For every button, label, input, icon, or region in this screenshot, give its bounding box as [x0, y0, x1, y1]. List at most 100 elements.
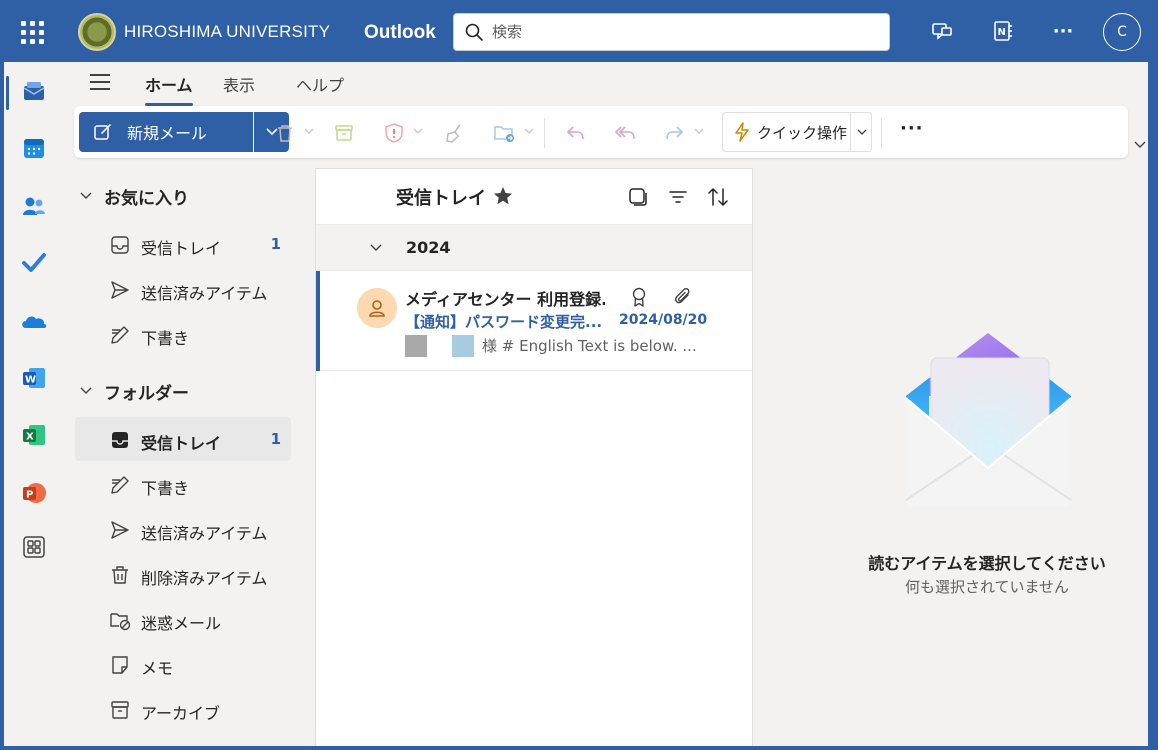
rail-active-indicator: [6, 76, 9, 110]
junk-icon: [110, 613, 131, 631]
folders-header[interactable]: フォルダー: [80, 377, 189, 405]
excel-app-icon[interactable]: X: [18, 419, 50, 451]
message-subject: 【通知】パスワード変更完...: [405, 313, 601, 331]
reply-all-icon[interactable]: [612, 120, 638, 146]
folder-sent-items[interactable]: 送信済みアイテム: [75, 507, 291, 551]
word-app-icon[interactable]: W: [18, 362, 50, 394]
unread-indicator: [316, 271, 320, 371]
chevron-down-icon[interactable]: [524, 126, 534, 136]
powerpoint-app-icon[interactable]: P: [18, 477, 50, 509]
archive-icon[interactable]: [331, 120, 357, 146]
chevron-down-icon: [370, 244, 382, 251]
meet-now-icon[interactable]: [929, 18, 955, 44]
folder-notes[interactable]: メモ: [75, 642, 291, 686]
app-launcher-icon[interactable]: [18, 18, 46, 46]
calendar-app-icon[interactable]: [18, 132, 50, 164]
chevron-down-icon[interactable]: [694, 126, 704, 136]
message-list-title: 受信トレイ: [396, 188, 486, 209]
app-title[interactable]: Outlook: [364, 22, 436, 44]
group-label: 2024: [406, 238, 451, 257]
unread-count: 1: [270, 430, 281, 448]
favorite-sent-items[interactable]: 送信済みアイテム: [75, 267, 291, 311]
sender-avatar: [357, 288, 397, 328]
empty-envelope-illustration: [905, 333, 1072, 507]
folder-drafts[interactable]: 下書き: [75, 462, 291, 506]
favorites-header[interactable]: お気に入り: [80, 182, 189, 210]
toolbar-more-button[interactable]: ···: [900, 118, 924, 139]
people-app-icon[interactable]: [18, 190, 50, 222]
onenote-feed-icon[interactable]: N: [990, 18, 1016, 44]
chevron-down-icon[interactable]: [413, 126, 423, 136]
toolbar-divider: [544, 118, 545, 148]
mail-app-icon[interactable]: [18, 76, 50, 108]
favorite-drafts[interactable]: 下書き: [75, 312, 291, 356]
more-options-icon[interactable]: ···: [1050, 18, 1076, 44]
select-icon[interactable]: [626, 185, 650, 209]
folder-inbox-label: 受信トレイ: [141, 434, 222, 453]
folder-notes-label: メモ: [141, 659, 174, 678]
tab-home[interactable]: ホーム: [145, 72, 193, 106]
folder-junk-label: 迷惑メール: [141, 614, 222, 633]
favorite-inbox[interactable]: 受信トレイ 1: [75, 222, 291, 266]
tab-view[interactable]: 表示: [223, 72, 255, 96]
message-sender: メディアセンター 利用登録...: [405, 290, 605, 309]
tab-help[interactable]: ヘルプ: [296, 72, 344, 96]
svg-text:W: W: [25, 375, 36, 386]
message-list-header: 受信トレイ: [316, 169, 752, 225]
folder-deleted-items[interactable]: 削除済みアイテム: [75, 552, 291, 596]
move-to-folder-icon[interactable]: [492, 120, 518, 146]
reading-pane-title: 読むアイテムを選択してください: [868, 554, 1106, 573]
folder-deleted-label: 削除済みアイテム: [141, 569, 268, 588]
report-icon[interactable]: [381, 120, 407, 146]
draft-icon: [111, 476, 129, 494]
new-mail-label: 新規メール: [127, 124, 208, 143]
folder-archive[interactable]: アーカイブ: [75, 687, 291, 731]
favorite-sent-label: 送信済みアイテム: [141, 284, 268, 303]
trash-icon: [112, 566, 128, 584]
attachment-icon: [675, 288, 690, 304]
ribbon-award-icon: [632, 287, 646, 307]
toolbar-divider: [881, 118, 882, 148]
group-header[interactable]: 2024: [316, 225, 752, 271]
search-box[interactable]: [453, 13, 890, 51]
folder-archive-label: アーカイブ: [141, 704, 221, 723]
logo-text: HIROSHIMA UNIVERSITY: [124, 22, 331, 41]
new-mail-button[interactable]: 新規メール: [79, 112, 253, 152]
folder-pane: お気に入り 受信トレイ 1 送信済みアイテム 下書き フォルダー 受信トレイ 1…: [72, 166, 316, 746]
chevron-down-icon[interactable]: [304, 126, 314, 136]
chevron-down-icon: [80, 387, 92, 394]
archive-icon: [111, 701, 129, 719]
reading-pane: 読むアイテムを選択してください 何も選択されていません: [756, 168, 1148, 746]
reply-icon[interactable]: [562, 120, 588, 146]
university-logo[interactable]: HIROSHIMA UNIVERSITY: [78, 12, 330, 52]
todo-app-icon[interactable]: [18, 246, 50, 278]
sort-icon[interactable]: [706, 185, 730, 209]
more-apps-icon[interactable]: [18, 531, 50, 563]
folder-inbox[interactable]: 受信トレイ 1: [75, 417, 291, 461]
send-icon: [111, 281, 129, 299]
search-input[interactable]: [492, 23, 872, 41]
sweep-icon[interactable]: [441, 120, 467, 146]
filter-icon[interactable]: [666, 185, 690, 209]
message-item[interactable]: メディアセンター 利用登録... 【通知】パスワード変更完... 2024/08…: [316, 271, 752, 371]
delete-icon[interactable]: [272, 120, 298, 146]
folder-drafts-label: 下書き: [141, 479, 190, 498]
onedrive-app-icon[interactable]: [18, 305, 50, 337]
forward-icon[interactable]: [662, 120, 688, 146]
account-avatar[interactable]: C: [1103, 13, 1141, 51]
folder-sent-label: 送信済みアイテム: [141, 524, 268, 543]
inbox-icon: [111, 236, 129, 254]
quick-steps-dropdown[interactable]: [850, 112, 872, 152]
send-icon: [111, 521, 129, 539]
folder-junk[interactable]: 迷惑メール: [75, 597, 291, 641]
ribbon-expand-chevron-icon[interactable]: [1134, 140, 1146, 150]
menu-hamburger-icon[interactable]: [90, 74, 112, 92]
favorite-inbox-label: 受信トレイ: [141, 239, 222, 258]
folders-title: フォルダー: [104, 383, 189, 404]
favorite-star-icon[interactable]: [492, 185, 514, 207]
draft-icon: [111, 326, 129, 344]
search-icon: [465, 23, 483, 41]
message-preview: 様 # English Text is below. ...: [482, 337, 697, 355]
top-bar: HIROSHIMA UNIVERSITY Outlook N ··· C: [0, 0, 1158, 62]
note-icon: [112, 656, 128, 674]
